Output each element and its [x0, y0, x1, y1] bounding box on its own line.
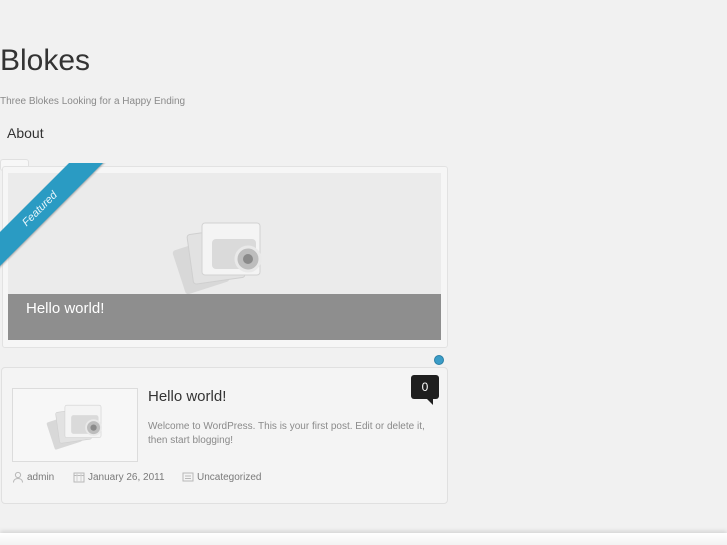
- slider-dot-active[interactable]: [434, 355, 444, 365]
- camera-photos-icon: [46, 404, 102, 450]
- camera-photos-icon: [172, 222, 262, 295]
- site-tagline: Three Blokes Looking for a Happy Ending: [0, 96, 186, 107]
- post-excerpt: Welcome to WordPress. This is your first…: [148, 421, 425, 446]
- post-date: January 26, 2011: [73, 471, 165, 483]
- featured-ribbon: Featured: [0, 163, 106, 273]
- calendar-icon: [73, 472, 85, 483]
- site-title[interactable]: Blokes: [0, 44, 90, 78]
- comment-count-badge[interactable]: 0: [411, 375, 439, 405]
- post-author[interactable]: admin: [12, 471, 54, 483]
- post-date-text: January 26, 2011: [88, 471, 165, 483]
- nav-item-about[interactable]: About: [7, 125, 44, 141]
- post-category[interactable]: Uncategorized: [182, 471, 261, 483]
- post-title[interactable]: Hello world!: [148, 388, 226, 405]
- footer-band: [0, 533, 727, 545]
- featured-caption[interactable]: Hello world!: [8, 294, 441, 340]
- post-thumbnail[interactable]: [12, 388, 138, 462]
- featured-caption-title[interactable]: Hello world!: [26, 300, 104, 317]
- user-icon: [13, 471, 23, 483]
- featured-ribbon-wrap: Featured: [0, 163, 110, 273]
- post-author-name[interactable]: admin: [27, 472, 54, 483]
- category-icon: [182, 472, 194, 482]
- post-category-name[interactable]: Uncategorized: [197, 472, 261, 483]
